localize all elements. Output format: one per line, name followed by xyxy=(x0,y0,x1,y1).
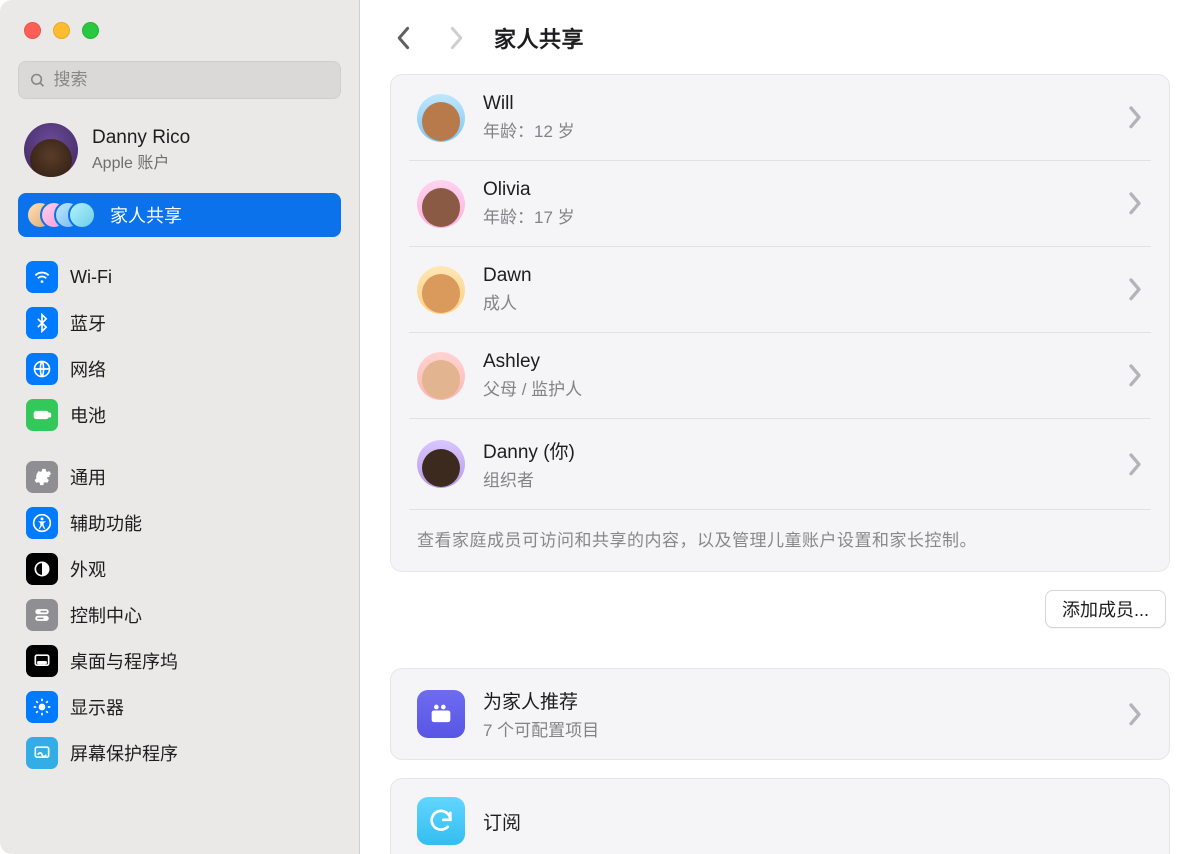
sidebar-item-desktop-dock[interactable]: 桌面与程序坞 xyxy=(18,639,341,683)
desktop-dock-icon xyxy=(26,645,58,677)
member-sub: 父母 / 监护人 xyxy=(483,375,1109,400)
family-member-row[interactable]: Dawn成人 xyxy=(409,247,1151,333)
recommendations-panel: 为家人推荐 7 个可配置项目 xyxy=(390,668,1170,760)
sidebar-item-general[interactable]: 通用 xyxy=(18,455,341,499)
displays-icon xyxy=(26,691,58,723)
add-member-button[interactable]: 添加成员... xyxy=(1045,590,1166,628)
sidebar-item-label: 屏幕保护程序 xyxy=(70,740,178,766)
member-name: Will xyxy=(483,93,1109,115)
sidebar-item-family-sharing[interactable]: 家人共享 xyxy=(18,193,341,237)
account-avatar xyxy=(24,123,78,177)
sidebar-item-label: 电池 xyxy=(70,402,106,428)
search-container xyxy=(0,51,359,111)
member-sub: 年龄：17 岁 xyxy=(483,203,1109,228)
sidebar-item-displays[interactable]: 显示器 xyxy=(18,685,341,729)
member-name: Ashley xyxy=(483,351,1109,373)
sidebar-item-label: 蓝牙 xyxy=(70,310,106,336)
sidebar-item-label: 控制中心 xyxy=(70,602,142,628)
member-name: Olivia xyxy=(483,179,1109,201)
sidebar-item-label: 桌面与程序坞 xyxy=(70,648,178,674)
member-sub: 组织者 xyxy=(483,466,1109,491)
accessibility-icon xyxy=(26,507,58,539)
appearance-icon xyxy=(26,553,58,585)
content-scroll: Will年龄：12 岁Olivia年龄：17 岁Dawn成人Ashley父母 /… xyxy=(360,74,1200,854)
chevron-right-icon xyxy=(1127,276,1143,303)
panel-footer-text: 查看家庭成员可访问和共享的内容，以及管理儿童账户设置和家长控制。 xyxy=(409,509,1151,571)
search-input[interactable] xyxy=(54,70,330,90)
member-avatar xyxy=(417,352,465,400)
close-window-button[interactable] xyxy=(24,22,41,39)
bluetooth-icon xyxy=(26,307,58,339)
sidebar-item-wifi[interactable]: Wi-Fi xyxy=(18,255,341,299)
member-avatar xyxy=(417,440,465,488)
member-avatar xyxy=(417,180,465,228)
battery-icon xyxy=(26,399,58,431)
sidebar: Danny Rico Apple 账户 家人共享 Wi-Fi xyxy=(0,0,360,854)
family-member-row[interactable]: Ashley父母 / 监护人 xyxy=(409,333,1151,419)
action-bar: 添加成员... xyxy=(390,572,1170,668)
sidebar-item-appearance[interactable]: 外观 xyxy=(18,547,341,591)
sidebar-item-control-center[interactable]: 控制中心 xyxy=(18,593,341,637)
family-member-row[interactable]: Danny (你)组织者 xyxy=(409,419,1151,509)
chevron-right-icon xyxy=(1127,451,1143,478)
family-member-row[interactable]: Will年龄：12 岁 xyxy=(409,75,1151,161)
chevron-right-icon xyxy=(1127,701,1143,728)
sidebar-item-label: Wi-Fi xyxy=(70,267,112,288)
wifi-icon xyxy=(26,261,58,293)
network-icon xyxy=(26,353,58,385)
sidebar-item-label: 通用 xyxy=(70,464,106,490)
sidebar-account[interactable]: Danny Rico Apple 账户 xyxy=(18,111,341,193)
subscriptions-panel: 订阅 xyxy=(390,778,1170,854)
main-pane: 家人共享 Will年龄：12 岁Olivia年龄：17 岁Dawn成人Ashle… xyxy=(360,0,1200,854)
nav-forward-button[interactable] xyxy=(442,24,470,52)
screensaver-icon xyxy=(26,737,58,769)
sidebar-item-label: 显示器 xyxy=(70,694,124,720)
subscriptions-row[interactable]: 订阅 xyxy=(409,779,1151,854)
search-box[interactable] xyxy=(18,61,341,99)
account-sub: Apple 账户 xyxy=(92,149,190,173)
sidebar-item-accessibility[interactable]: 辅助功能 xyxy=(18,501,341,545)
family-member-row[interactable]: Olivia年龄：17 岁 xyxy=(409,161,1151,247)
family-members-panel: Will年龄：12 岁Olivia年龄：17 岁Dawn成人Ashley父母 /… xyxy=(390,74,1170,572)
member-name: Dawn xyxy=(483,265,1109,287)
recommendations-sub: 7 个可配置项目 xyxy=(483,716,1109,741)
sidebar-item-battery[interactable]: 电池 xyxy=(18,393,341,437)
chevron-right-icon xyxy=(1127,190,1143,217)
sidebar-item-label: 外观 xyxy=(70,556,106,582)
recommendations-icon xyxy=(417,690,465,738)
topbar: 家人共享 xyxy=(360,0,1200,74)
control-center-icon xyxy=(26,599,58,631)
family-icon xyxy=(26,199,98,231)
window-controls xyxy=(0,0,359,51)
member-name: Danny (你) xyxy=(483,437,1109,464)
sidebar-item-network[interactable]: 网络 xyxy=(18,347,341,391)
zoom-window-button[interactable] xyxy=(82,22,99,39)
member-avatar xyxy=(417,94,465,142)
account-name: Danny Rico xyxy=(92,127,190,149)
gear-icon xyxy=(26,461,58,493)
sidebar-item-label: 辅助功能 xyxy=(70,510,142,536)
sidebar-item-bluetooth[interactable]: 蓝牙 xyxy=(18,301,341,345)
sidebar-item-label: 家人共享 xyxy=(110,202,182,228)
chevron-right-icon xyxy=(1127,362,1143,389)
window: Danny Rico Apple 账户 家人共享 Wi-Fi xyxy=(0,0,1200,854)
sidebar-scroll: Danny Rico Apple 账户 家人共享 Wi-Fi xyxy=(0,111,359,795)
subscriptions-icon xyxy=(417,797,465,845)
subscriptions-title: 订阅 xyxy=(483,808,1143,835)
chevron-right-icon xyxy=(1127,104,1143,131)
sidebar-item-label: 网络 xyxy=(70,356,106,382)
nav-back-button[interactable] xyxy=(390,24,418,52)
sidebar-item-screensaver[interactable]: 屏幕保护程序 xyxy=(18,731,341,775)
member-sub: 年龄：12 岁 xyxy=(483,117,1109,142)
recommendations-row[interactable]: 为家人推荐 7 个可配置项目 xyxy=(409,669,1151,759)
minimize-window-button[interactable] xyxy=(53,22,70,39)
member-sub: 成人 xyxy=(483,289,1109,314)
page-title: 家人共享 xyxy=(494,22,584,54)
recommendations-title: 为家人推荐 xyxy=(483,687,1109,714)
member-avatar xyxy=(417,266,465,314)
search-icon xyxy=(29,71,46,89)
